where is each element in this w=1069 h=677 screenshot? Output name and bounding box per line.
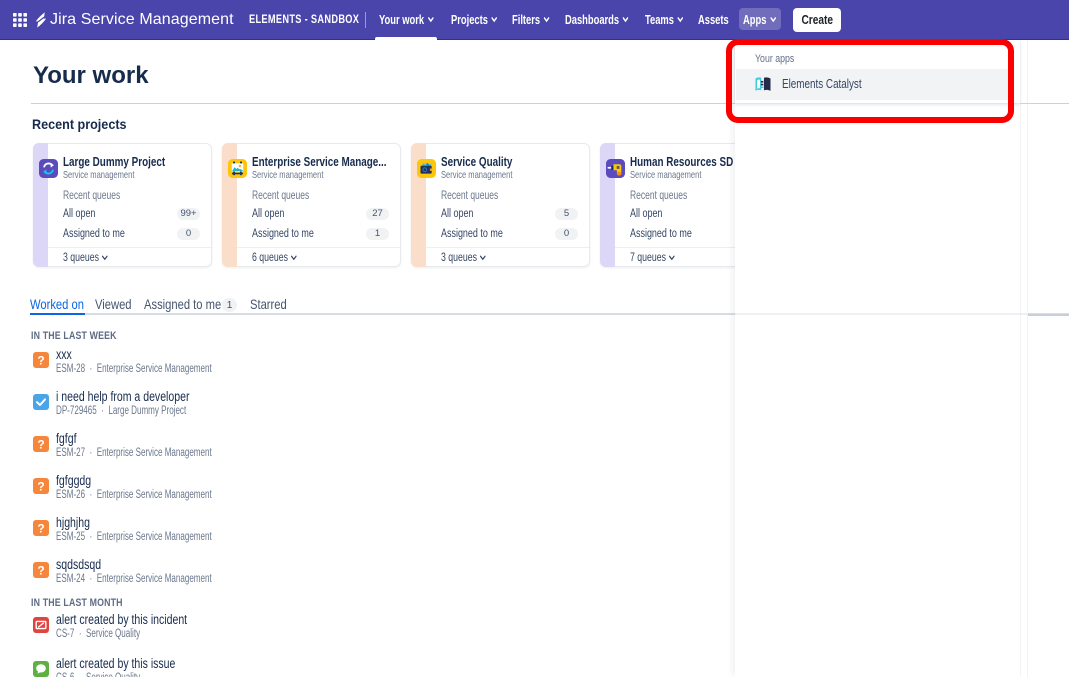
svg-text:?: ?: [37, 438, 44, 452]
svg-text:?: ?: [37, 564, 44, 578]
svg-text:?: ?: [37, 522, 44, 536]
svg-text:?: ?: [37, 480, 44, 494]
svg-text:?: ?: [37, 354, 44, 368]
